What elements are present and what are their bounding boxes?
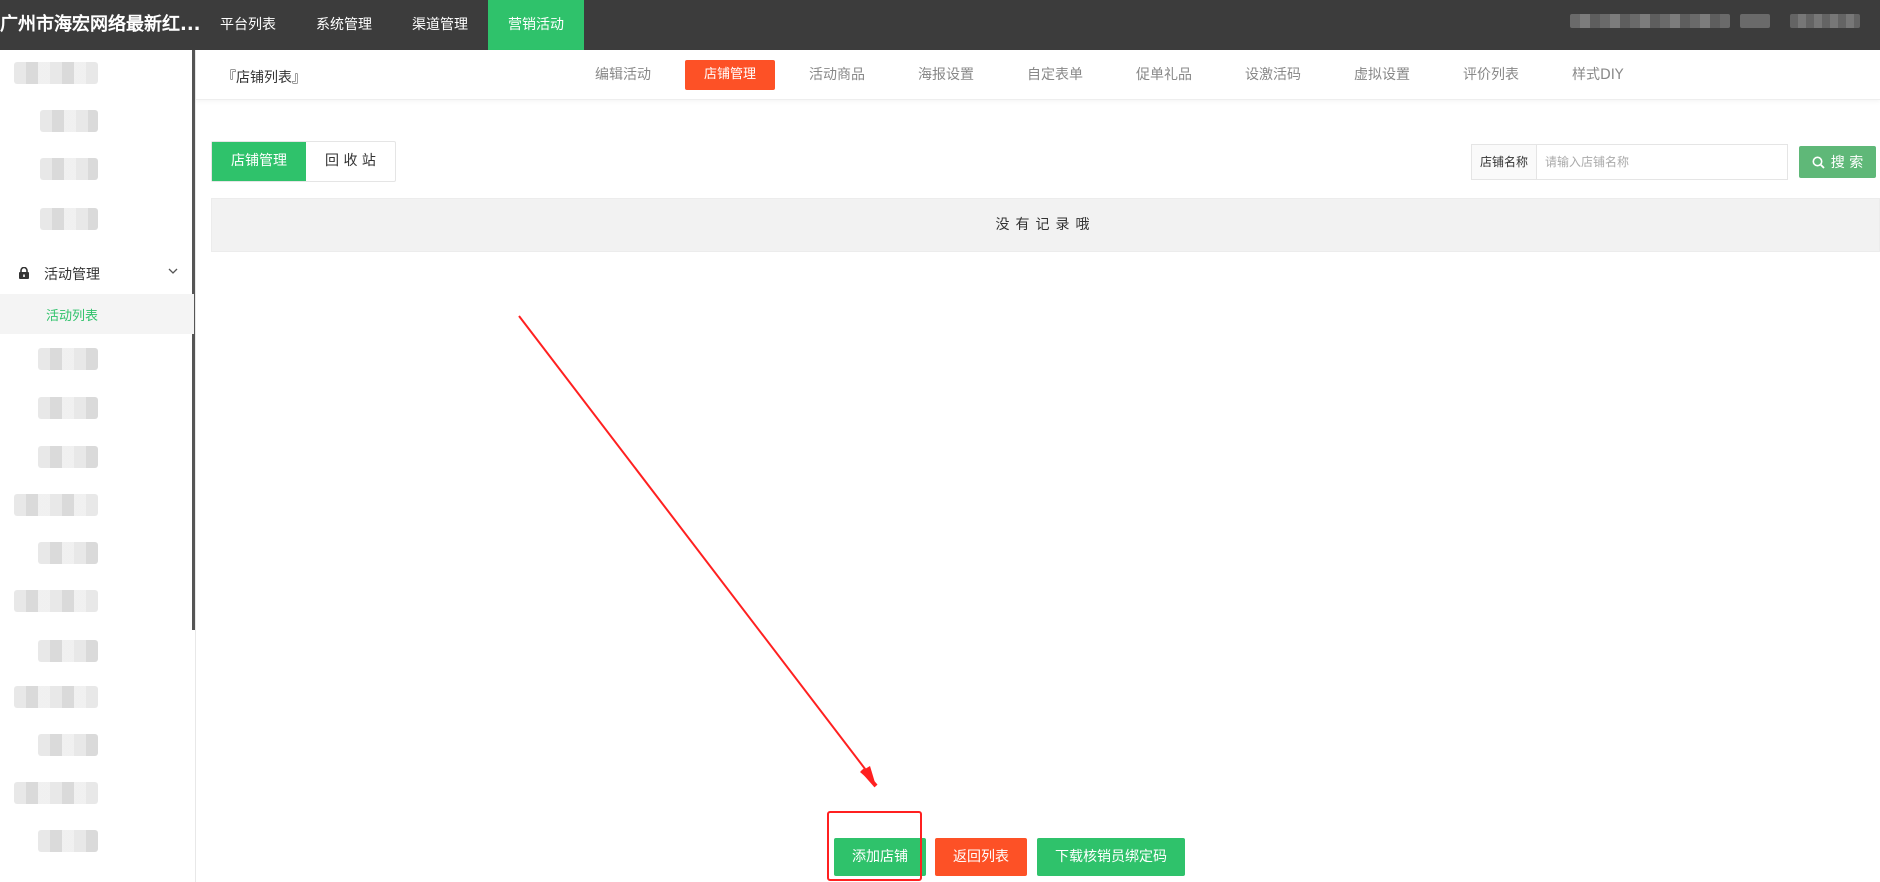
sidebar-item-activity-list[interactable]: 活动列表 [0, 294, 194, 334]
topnav-item-system-manage[interactable]: 系统管理 [296, 0, 392, 50]
sidebar-item-blurred[interactable] [38, 830, 98, 852]
tab-store-manage-list[interactable]: 店铺管理 [212, 142, 306, 181]
tab-review-list[interactable]: 评价列表 [1444, 60, 1538, 90]
sub-nav: 『店铺列表』 编辑活动 店铺管理 活动商品 海报设置 自定表单 促单礼品 设激活… [196, 50, 1880, 100]
tab-virtual-settings[interactable]: 虚拟设置 [1335, 60, 1429, 90]
tab-poster-settings[interactable]: 海报设置 [899, 60, 993, 90]
topnav-item-marketing[interactable]: 营销活动 [488, 0, 584, 50]
tab-style-diy[interactable]: 样式DIY [1553, 60, 1642, 90]
sidebar-group-label: 活动管理 [44, 267, 100, 283]
topnav-item-platform-list[interactable]: 平台列表 [200, 0, 296, 50]
top-nav: 平台列表 系统管理 渠道管理 营销活动 [200, 0, 584, 50]
search-group: 店铺名称 [1471, 144, 1788, 180]
lock-icon [19, 267, 29, 279]
sidebar-item-blurred[interactable] [38, 348, 98, 370]
sidebar-item-blurred[interactable] [40, 208, 98, 230]
topnav-item-channel-manage[interactable]: 渠道管理 [392, 0, 488, 50]
chevron-down-icon [168, 268, 178, 274]
tab-custom-form[interactable]: 自定表单 [1008, 60, 1102, 90]
download-binding-code-button[interactable]: 下载核销员绑定码 [1037, 838, 1185, 876]
tab-promo-gifts[interactable]: 促单礼品 [1117, 60, 1211, 90]
sidebar-item-blurred[interactable] [38, 446, 98, 468]
sidebar-item-blurred[interactable] [40, 158, 98, 180]
sidebar-item-blurred[interactable] [14, 782, 98, 804]
sidebar-item-blurred[interactable] [14, 590, 98, 612]
back-to-list-button[interactable]: 返回列表 [935, 838, 1027, 876]
tab-activation-code[interactable]: 设激活码 [1226, 60, 1320, 90]
sidebar-item-blurred[interactable] [38, 542, 98, 564]
search-button[interactable]: 搜 索 [1799, 146, 1876, 178]
sidebar: 活动管理 活动列表 [0, 50, 196, 882]
main-content: 『店铺列表』 编辑活动 店铺管理 活动商品 海报设置 自定表单 促单礼品 设激活… [196, 50, 1880, 882]
search-icon [1812, 156, 1825, 169]
brand-title: 广州市海宏网络最新红... [0, 14, 200, 35]
store-tabbar: 店铺管理 回 收 站 [211, 141, 396, 182]
tab-store-manage[interactable]: 店铺管理 [685, 60, 776, 90]
search-button-label: 搜 索 [1830, 155, 1864, 171]
sidebar-item-blurred[interactable] [38, 734, 98, 756]
sidebar-item-blurred[interactable] [14, 686, 98, 708]
tab-recycle-bin[interactable]: 回 收 站 [306, 142, 395, 181]
tab-edit-activity[interactable]: 编辑活动 [576, 60, 670, 90]
add-store-button[interactable]: 添加店铺 [834, 838, 926, 876]
store-name-search-input[interactable] [1537, 145, 1787, 179]
user-info-blurred[interactable] [1570, 14, 1870, 34]
sub-tabs: 编辑活动 店铺管理 活动商品 海报设置 自定表单 促单礼品 设激活码 虚拟设置 … [576, 60, 1657, 90]
sidebar-item-blurred[interactable] [38, 640, 98, 662]
sidebar-item-blurred[interactable] [14, 62, 98, 84]
sidebar-scrollbar[interactable] [192, 50, 195, 630]
top-bar: 广州市海宏网络最新红... 平台列表 系统管理 渠道管理 营销活动 [0, 0, 1880, 50]
sidebar-item-blurred[interactable] [38, 397, 98, 419]
sidebar-group-activity-manage[interactable]: 活动管理 [0, 248, 195, 298]
empty-table-row: 没有记录哦 [211, 198, 1880, 252]
search-label: 店铺名称 [1472, 145, 1537, 179]
breadcrumb: 『店铺列表』 [222, 70, 306, 86]
tab-activity-goods[interactable]: 活动商品 [790, 60, 884, 90]
sidebar-item-blurred[interactable] [40, 110, 98, 132]
sidebar-item-blurred[interactable] [14, 494, 98, 516]
sidebar-item-label: 活动列表 [46, 309, 99, 324]
